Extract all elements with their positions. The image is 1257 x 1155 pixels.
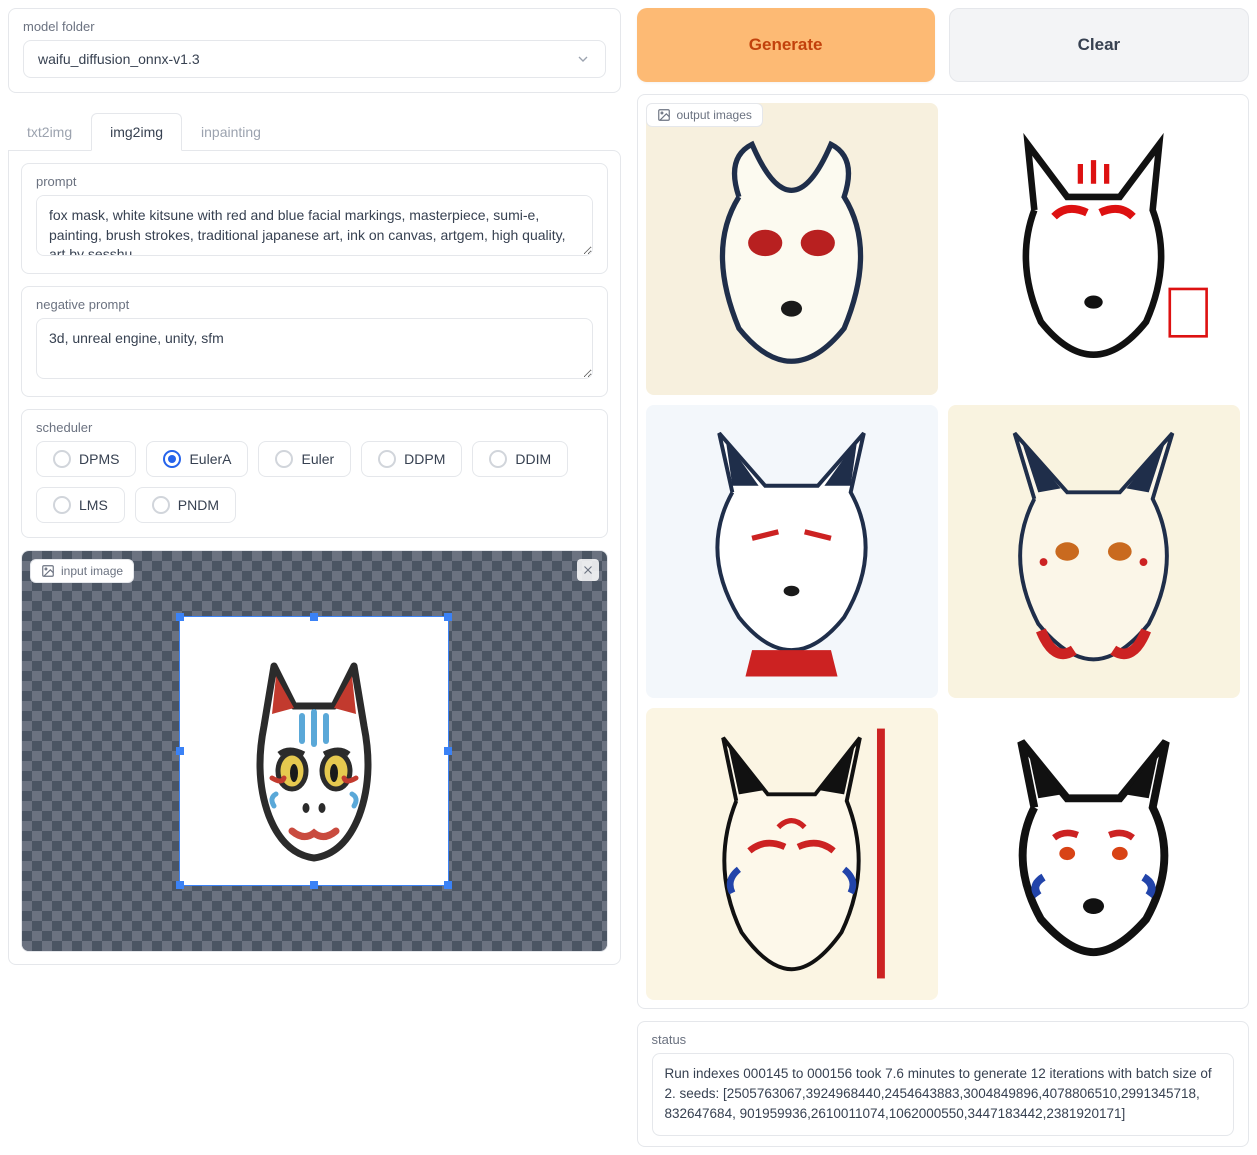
output-images-badge: output images (646, 103, 763, 127)
clear-button[interactable]: Clear (949, 8, 1249, 82)
radio-icon (152, 496, 170, 514)
scheduler-option-euler[interactable]: Euler (258, 441, 351, 477)
scheduler-group: scheduler DPMS EulerA Euler DDPM DDIM LMS PNDM (21, 409, 608, 538)
output-grid (646, 103, 1241, 1000)
radio-icon (53, 496, 71, 514)
prompt-label: prompt (36, 174, 593, 189)
radio-icon (163, 450, 181, 468)
status-label: status (652, 1032, 1235, 1047)
status-box: status Run indexes 000145 to 000156 took… (637, 1021, 1250, 1147)
prompt-group: prompt fox mask, white kitsune with red … (21, 163, 608, 274)
model-folder-value: waifu_diffusion_onnx-v1.3 (38, 51, 200, 67)
status-text: Run indexes 000145 to 000156 took 7.6 mi… (652, 1053, 1235, 1136)
tab-content: prompt fox mask, white kitsune with red … (8, 150, 621, 965)
scheduler-option-label: Euler (301, 451, 334, 467)
input-image-box: input image (21, 550, 608, 952)
image-icon (41, 564, 55, 578)
scheduler-option-pndm[interactable]: PNDM (135, 487, 236, 523)
output-images-area: output images (637, 94, 1250, 1009)
scheduler-options: DPMS EulerA Euler DDPM DDIM LMS PNDM (36, 441, 593, 523)
scheduler-option-dpms[interactable]: DPMS (36, 441, 136, 477)
right-panel: Generate Clear output images (637, 8, 1250, 1147)
negative-prompt-label: negative prompt (36, 297, 593, 312)
radio-icon (378, 450, 396, 468)
input-image-frame[interactable] (179, 616, 449, 886)
scheduler-label: scheduler (36, 420, 593, 435)
tab-img2img[interactable]: img2img (91, 113, 182, 151)
scheduler-option-label: DPMS (79, 451, 119, 467)
output-thumb-4[interactable] (948, 405, 1240, 697)
radio-icon (489, 450, 507, 468)
output-images-label: output images (677, 108, 752, 122)
image-icon (657, 108, 671, 122)
chevron-down-icon (575, 51, 591, 67)
tabs: txt2img img2img inpainting (8, 113, 621, 151)
kitsune-sketch (224, 636, 404, 866)
model-folder-group: model folder waifu_diffusion_onnx-v1.3 (8, 8, 621, 93)
scheduler-option-label: PNDM (178, 497, 219, 513)
scheduler-option-label: DDIM (515, 451, 551, 467)
tab-txt2img[interactable]: txt2img (8, 113, 91, 151)
radio-icon (275, 450, 293, 468)
action-buttons: Generate Clear (637, 8, 1250, 82)
left-panel: model folder waifu_diffusion_onnx-v1.3 t… (8, 8, 621, 1147)
close-icon[interactable] (577, 559, 599, 581)
negative-prompt-group: negative prompt 3d, unreal engine, unity… (21, 286, 608, 397)
input-image-badge: input image (30, 559, 134, 583)
scheduler-option-ddim[interactable]: DDIM (472, 441, 568, 477)
scheduler-option-eulera[interactable]: EulerA (146, 441, 248, 477)
generate-button[interactable]: Generate (637, 8, 935, 82)
model-folder-dropdown[interactable]: waifu_diffusion_onnx-v1.3 (23, 40, 606, 78)
output-thumb-1[interactable] (646, 103, 938, 395)
output-thumb-3[interactable] (646, 405, 938, 697)
input-image-label: input image (61, 564, 123, 578)
scheduler-option-lms[interactable]: LMS (36, 487, 125, 523)
scheduler-option-ddpm[interactable]: DDPM (361, 441, 462, 477)
scheduler-option-label: DDPM (404, 451, 445, 467)
prompt-input[interactable]: fox mask, white kitsune with red and blu… (36, 195, 593, 256)
radio-icon (53, 450, 71, 468)
tab-inpainting[interactable]: inpainting (182, 113, 280, 151)
model-folder-label: model folder (23, 19, 606, 34)
negative-prompt-input[interactable]: 3d, unreal engine, unity, sfm (36, 318, 593, 379)
scheduler-option-label: LMS (79, 497, 108, 513)
output-thumb-5[interactable] (646, 708, 938, 1000)
input-image-canvas[interactable] (22, 551, 607, 951)
output-thumb-2[interactable] (948, 103, 1240, 395)
output-thumb-6[interactable] (948, 708, 1240, 1000)
scheduler-option-label: EulerA (189, 451, 231, 467)
